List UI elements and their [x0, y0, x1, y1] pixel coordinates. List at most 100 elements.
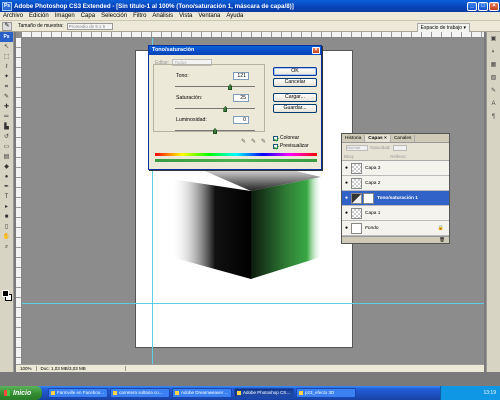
close-button[interactable]: ×	[489, 1, 499, 11]
marquee-tool-icon[interactable]: ⬚	[1, 53, 12, 62]
ok-button[interactable]: OK	[273, 67, 317, 76]
status-bar: 100% Doc: 1,03 MB/3,03 MB	[16, 364, 484, 372]
tab-historia[interactable]: Historia	[342, 135, 366, 142]
saturation-slider[interactable]	[175, 108, 255, 109]
menu-archivo[interactable]: Archivo	[0, 13, 26, 19]
fill-label: Relleno:	[390, 153, 407, 159]
brush-tool-icon[interactable]: ✏	[1, 113, 12, 122]
taskbar-item[interactable]: Adobe Dreamweaver ...	[172, 388, 232, 398]
opacity-input[interactable]	[392, 144, 407, 151]
taskbar-item-active[interactable]: Adobe Photoshop CS...	[234, 388, 294, 398]
layer-row[interactable]: ● Fondo 🔒	[342, 221, 449, 236]
notes-tool-icon[interactable]: ▯	[1, 223, 12, 232]
preview-checkbox-box[interactable]	[273, 143, 278, 149]
layer-row[interactable]: ● Capa 2	[342, 176, 449, 191]
eyedropper-tool-icon[interactable]: ✎	[2, 21, 12, 31]
layer-mask-thumbnail[interactable]	[363, 192, 374, 204]
windows-taskbar: Inicio Farmville en Faceboo... carretera…	[0, 386, 500, 400]
hue-slider[interactable]	[175, 86, 255, 87]
eyedropper-minus-icon[interactable]: ✎	[261, 138, 266, 145]
menu-seleccion[interactable]: Selección	[98, 13, 130, 19]
styles-panel-icon[interactable]: ▧	[488, 73, 499, 84]
magic-wand-tool-icon[interactable]: ✦	[1, 73, 12, 82]
visibility-eye-icon[interactable]: ●	[342, 210, 351, 216]
eraser-tool-icon[interactable]: ▭	[1, 143, 12, 152]
preview-checkbox[interactable]: Previsualizar	[273, 143, 309, 149]
healing-tool-icon[interactable]: ✚	[1, 103, 12, 112]
zoom-level[interactable]: 100%	[16, 366, 36, 371]
tab-capas[interactable]: Capas ×	[365, 135, 391, 142]
visibility-eye-icon[interactable]: ●	[342, 195, 351, 201]
dodge-tool-icon[interactable]: ●	[1, 173, 12, 182]
menu-filtro[interactable]: Filtro	[130, 13, 149, 19]
start-button[interactable]: Inicio	[0, 386, 42, 400]
panel-tabs: Historia Capas × Canales	[342, 134, 449, 143]
eyedropper-tool-icon[interactable]: ✎	[1, 93, 12, 102]
zoom-tool-icon[interactable]: ⌕	[1, 243, 12, 252]
shape-tool-icon[interactable]: ■	[1, 213, 12, 222]
minimize-button[interactable]: _	[467, 1, 477, 11]
cancel-button[interactable]: Cancelar	[273, 78, 317, 87]
lightness-input[interactable]: 0	[233, 116, 249, 124]
hue-input[interactable]: 121	[233, 72, 249, 80]
guide-line[interactable]	[22, 303, 484, 304]
maximize-button[interactable]: □	[478, 1, 488, 11]
menu-analisis[interactable]: Análisis	[149, 13, 176, 19]
visibility-eye-icon[interactable]: ●	[342, 165, 351, 171]
sample-size-select[interactable]: Promedio de 5 x 5	[66, 22, 113, 30]
blur-tool-icon[interactable]: ◆	[1, 163, 12, 172]
trash-icon[interactable]: 🗑	[439, 237, 445, 242]
clock[interactable]: 13:19	[483, 390, 496, 396]
eyedropper-plus-icon[interactable]: ✎	[251, 138, 256, 145]
menu-imagen[interactable]: Imagen	[52, 13, 78, 19]
menu-ventana[interactable]: Ventana	[195, 13, 223, 19]
menu-vista[interactable]: Vista	[176, 13, 195, 19]
colorize-checkbox-box[interactable]	[273, 135, 278, 141]
dialog-close-icon[interactable]: ×	[312, 47, 320, 54]
history-brush-tool-icon[interactable]: ↺	[1, 133, 12, 142]
color-panel-icon[interactable]: ◐	[488, 47, 499, 58]
horizontal-ruler[interactable]	[22, 32, 484, 38]
layer-row-selected[interactable]: ● Tono/saturación 1	[342, 191, 449, 206]
stamp-tool-icon[interactable]: ▙	[1, 123, 12, 132]
brushes-panel-icon[interactable]: ✎	[488, 86, 499, 97]
lasso-tool-icon[interactable]: ℓ	[1, 63, 12, 72]
visibility-eye-icon[interactable]: ●	[342, 180, 351, 186]
menu-edicion[interactable]: Edición	[26, 13, 52, 19]
hand-tool-icon[interactable]: ✋	[1, 233, 12, 242]
layers-panel-footer: 🗑	[342, 236, 449, 243]
saturation-input[interactable]: 25	[233, 94, 249, 102]
path-selection-tool-icon[interactable]: ▸	[1, 203, 12, 212]
gradient-tool-icon[interactable]: ▤	[1, 153, 12, 162]
visibility-eye-icon[interactable]: ●	[342, 225, 351, 231]
taskbar-item[interactable]: carretera soltaria co...	[110, 388, 170, 398]
crop-tool-icon[interactable]: ⌗	[1, 83, 12, 92]
photoshop-logo: Ps	[0, 32, 13, 42]
taskbar-item[interactable]: Farmville en Faceboo...	[48, 388, 108, 398]
move-tool-icon[interactable]: ↖	[1, 43, 12, 52]
layer-row[interactable]: ● Capa 1	[342, 206, 449, 221]
menu-capa[interactable]: Capa	[78, 13, 98, 19]
foreground-color-swatch[interactable]	[2, 290, 9, 297]
pen-tool-icon[interactable]: ✒	[1, 183, 12, 192]
lightness-label: Luminosidad:	[176, 117, 207, 123]
swatches-panel-icon[interactable]: ▦	[488, 60, 499, 71]
layer-row[interactable]: ● Capa 3	[342, 161, 449, 176]
blend-row: Normal Opacidad:	[342, 143, 449, 152]
navigator-panel-icon[interactable]: ▣	[488, 34, 499, 45]
colorize-checkbox[interactable]: Colorear	[273, 135, 299, 141]
save-button[interactable]: Guardar...	[273, 104, 317, 113]
blend-mode-select[interactable]: Normal	[346, 144, 368, 151]
paragraph-panel-icon[interactable]: ¶	[488, 112, 499, 123]
preview-label: Previsualizar	[280, 143, 309, 149]
color-spectrum-bar	[155, 153, 317, 156]
character-panel-icon[interactable]: A	[488, 99, 499, 110]
menu-ayuda[interactable]: Ayuda	[223, 13, 246, 19]
taskbar-item[interactable]: p23_efecto 3D	[296, 388, 356, 398]
vertical-ruler[interactable]	[16, 38, 22, 364]
tab-canales[interactable]: Canales	[391, 135, 416, 142]
type-tool-icon[interactable]: T	[1, 193, 12, 202]
load-button[interactable]: Cargar...	[273, 93, 317, 102]
document-size-info[interactable]: Doc: 1,03 MB/3,03 MB	[35, 366, 126, 371]
eyedropper-icon[interactable]: ✎	[241, 138, 246, 145]
